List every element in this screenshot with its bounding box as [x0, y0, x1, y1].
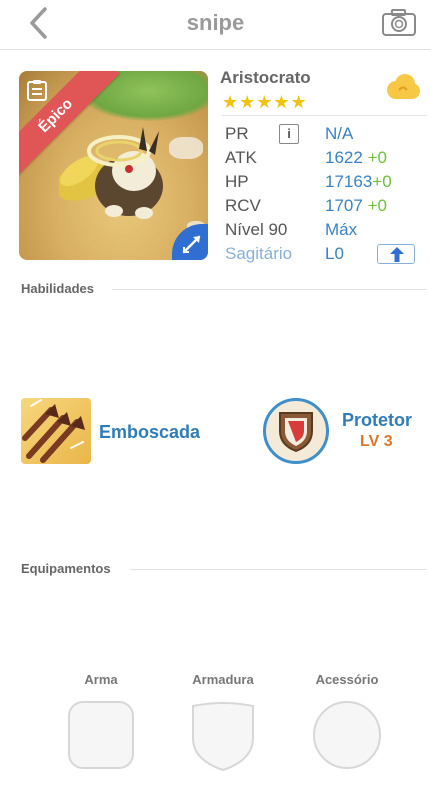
- stat-row-pr: PR i N/A: [225, 122, 425, 146]
- stat-label: HP: [225, 172, 249, 191]
- divider: [130, 569, 427, 570]
- stat-value: N/A: [325, 124, 354, 143]
- hero-portrait[interactable]: Épico: [19, 71, 208, 260]
- camera-icon[interactable]: [381, 7, 417, 37]
- stat-number: 1707: [325, 196, 363, 215]
- stat-label: ATK: [225, 148, 257, 167]
- weapon-slot[interactable]: [67, 700, 135, 770]
- cloud-icon[interactable]: [385, 73, 421, 103]
- stat-value: 1707 +0: [325, 194, 387, 218]
- clipboard-icon[interactable]: [27, 79, 47, 101]
- stat-label: Sagitário: [225, 244, 293, 263]
- stat-row-atk: ATK 1622 +0: [225, 146, 425, 170]
- armor-slot[interactable]: [190, 700, 256, 772]
- stat-bonus: +0: [367, 196, 387, 215]
- equipment-section-title: Equipamentos: [21, 561, 111, 576]
- stat-value: Máx: [325, 220, 358, 239]
- passive-skill-icon[interactable]: [263, 398, 329, 464]
- archer-role-icon: [182, 235, 201, 254]
- stat-row-level: Nível 90 Máx: [225, 218, 425, 242]
- stat-label: Nível 90: [225, 220, 288, 239]
- stat-label: PR: [225, 124, 249, 143]
- top-bar: snipe: [0, 0, 431, 50]
- stat-label: RCV: [225, 196, 261, 215]
- stat-bonus: +0: [372, 172, 392, 191]
- stat-value: 17163+0: [325, 170, 392, 194]
- stats-table: PR i N/A ATK 1622 +0 HP 17163+0 RCV 1707…: [225, 122, 425, 266]
- star-rating: ★★★★★: [222, 92, 308, 112]
- stat-row-constellation: Sagitário L0: [225, 242, 425, 266]
- stat-number: 17163: [325, 172, 373, 191]
- upgrade-button[interactable]: [377, 244, 415, 264]
- info-icon[interactable]: i: [279, 124, 299, 144]
- active-skill-icon[interactable]: [21, 398, 91, 464]
- divider: [222, 115, 427, 116]
- stat-row-rcv: RCV 1707 +0: [225, 194, 425, 218]
- upgrade-arrow-icon: [390, 247, 404, 262]
- hero-name: Aristocrato: [220, 68, 311, 87]
- passive-skill-level: LV 3: [360, 433, 393, 450]
- stat-value: 1622 +0: [325, 146, 387, 170]
- page-title: snipe: [186, 10, 245, 35]
- shield-icon: [279, 412, 313, 453]
- stat-number: 1622: [325, 148, 363, 167]
- divider: [112, 289, 427, 290]
- skills-section-title: Habilidades: [21, 281, 94, 296]
- slot-label-armor: Armadura: [192, 672, 254, 687]
- accessory-slot[interactable]: [312, 700, 382, 770]
- stat-value: L0: [325, 244, 344, 263]
- passive-skill-name[interactable]: Protetor: [342, 410, 412, 431]
- active-skill-name[interactable]: Emboscada: [99, 422, 200, 443]
- ambush-arrows-icon: [22, 399, 85, 463]
- stat-bonus: +0: [367, 148, 387, 167]
- stat-row-hp: HP 17163+0: [225, 170, 425, 194]
- slot-label-weapon: Arma: [84, 672, 118, 687]
- griffin-creature-image: [59, 127, 163, 219]
- slot-label-accessory: Acessório: [315, 672, 379, 687]
